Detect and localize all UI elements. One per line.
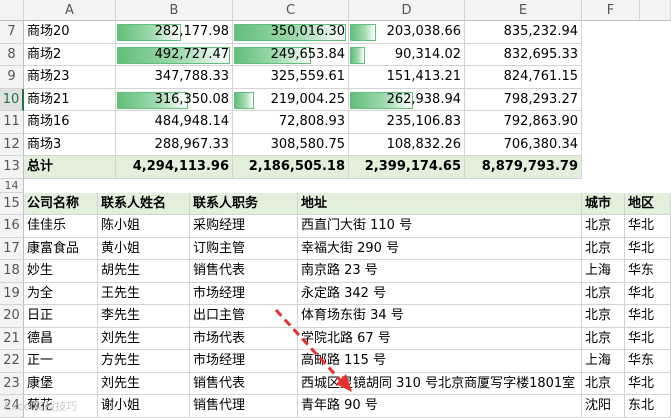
value-text: 108,832.26 xyxy=(386,136,461,152)
value-text: 325,559.61 xyxy=(270,69,345,84)
value-text: 350,016.30 xyxy=(270,24,345,39)
value-text: 308,580.75 xyxy=(270,136,345,152)
value-text: 492,727.47 xyxy=(154,46,229,62)
value-text: 72,808.93 xyxy=(278,114,345,129)
value-text: 219,004.25 xyxy=(270,91,345,107)
value-text: 203,038.66 xyxy=(386,24,461,39)
value-text: 249,653.84 xyxy=(270,46,345,62)
value-text: 316,350.08 xyxy=(154,91,229,107)
value-text: 347,788.33 xyxy=(154,69,229,84)
red-dashed-arrow xyxy=(274,308,352,392)
value-text: 262,938.94 xyxy=(386,91,461,107)
value-text: 90,314.02 xyxy=(394,46,461,62)
value-text: 151,413.21 xyxy=(386,69,461,84)
value-text: 235,106.83 xyxy=(386,114,461,129)
value-text: 484,948.14 xyxy=(154,114,229,129)
watermark: Excel实战技巧 xyxy=(4,400,78,413)
value-text: 282,177.98 xyxy=(154,24,229,39)
value-text: 288,967.33 xyxy=(154,136,229,152)
